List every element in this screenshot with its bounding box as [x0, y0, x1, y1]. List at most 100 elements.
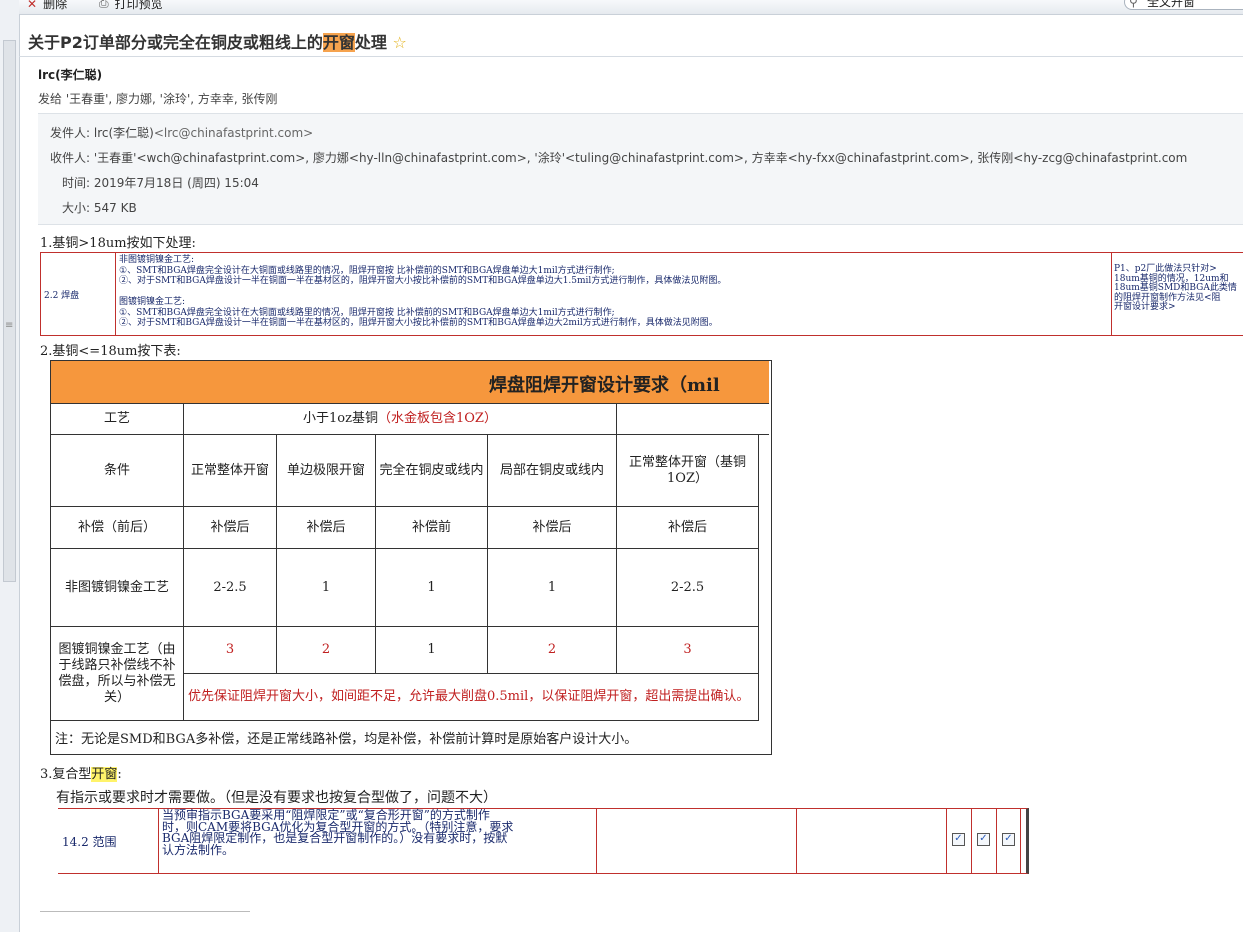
composite-text: 当预审指示BGA要采用“阻焊限定”或“复合形开窗”的方式制作 时，则CAM要将B…: [162, 809, 513, 857]
email-subject: 关于P2订单部分或完全在铜皮或粗线上的开窗处理 ☆: [28, 29, 407, 53]
from-label: 发件人:: [50, 126, 91, 140]
row2-value: 2: [277, 627, 376, 674]
row1-value: 1: [376, 549, 488, 627]
section3-prefix: 3.复合型: [40, 767, 92, 782]
pad-line: ②、对于SMT和BGA焊盘设计一半在铜面一半在基材区的，阻焊开窗大小按比补偿前的…: [119, 318, 718, 328]
left-panel-scrollbar[interactable]: ≡: [0, 0, 20, 932]
from-name[interactable]: lrc(李仁聪): [94, 126, 154, 140]
checkbox[interactable]: ✓: [1002, 833, 1015, 846]
search-input[interactable]: ⚲ 全文开窗: [1124, 0, 1243, 10]
subject-highlight: 开窗: [322, 33, 355, 52]
row2-value: 1: [376, 627, 488, 674]
condition-cell: 完全在铜皮或线内: [376, 435, 488, 507]
divider: [158, 809, 159, 873]
section3-description: 有指示或要求时才需要做。（但是没有要求也按复合型做了，问题不大）: [56, 790, 497, 806]
composite-label: 14.2 范围: [62, 835, 117, 849]
time-row: 时间: 2019年7月18日 (周四) 15:04: [62, 174, 259, 191]
row1-label: 非图镀铜镍金工艺: [51, 549, 184, 627]
condition-cell: 单边极限开窗: [277, 435, 376, 507]
condition-cell: 正常整体开窗（基铜1OZ）: [617, 435, 759, 507]
print-preview-button[interactable]: ⎙ 打印预览: [99, 0, 163, 12]
comp-cell: 补偿后: [184, 507, 277, 549]
pad-table-remark: P1、p2厂此做法只针对> 18um基铜的情况，12um和 18um基铜SMD和…: [1111, 253, 1243, 335]
to-value[interactable]: '王春重'<wch@chinafastprint.com>, 廖力娜<hy-ll…: [94, 151, 1187, 165]
row2-value: 2: [488, 627, 617, 674]
remark-line: 开窗设计要求>: [1114, 302, 1176, 312]
section3-suffix: :: [117, 767, 122, 782]
pad-line: 图镀铜镍金工艺:: [119, 297, 186, 307]
group-label-red: （水金板包含1OZ）: [377, 410, 497, 426]
row2-value: 3: [617, 627, 759, 674]
checkbox[interactable]: ✓: [977, 833, 990, 846]
checkbox[interactable]: ✓: [952, 833, 965, 846]
comp-cell: 补偿后: [277, 507, 376, 549]
size-row: 大小: 547 KB: [62, 199, 137, 216]
row2-value: 3: [184, 627, 277, 674]
row1-value: 2-2.5: [184, 549, 277, 627]
row1-value: 2-2.5: [617, 549, 759, 627]
group-label: 小于1oz基铜: [303, 410, 378, 426]
to-label: 收件人:: [50, 151, 91, 165]
divider: [596, 809, 597, 873]
pad-table: 2.2 焊盘 非图镀铜镍金工艺: ①、SMT和BGA焊盘完全设计在大铜面或线路里…: [40, 252, 1243, 336]
subject-bar: 关于P2订单部分或完全在铜皮或粗线上的开窗处理 ☆: [19, 22, 1243, 57]
pad-spacer: [119, 287, 1109, 298]
recipients-summary: 发给 '王春重', 廖力娜, '涂玲', 方幸幸, 张传刚: [38, 92, 278, 106]
header-process: 工艺: [51, 403, 184, 435]
splitter-grip-icon[interactable]: ≡: [5, 320, 13, 331]
size-label: 大小:: [62, 201, 91, 215]
header-group: 小于1oz基铜 （水金板包含1OZ）: [184, 403, 617, 435]
email-header-details: 发件人: lrc(李仁聪)<lrc@chinafastprint.com> 收件…: [38, 113, 1243, 225]
solder-mask-table: 焊盘阻焊开窗设计要求（mil 工艺 小于1oz基铜 （水金板包含1OZ） 条件 正…: [50, 360, 772, 755]
table-title-band: 焊盘阻焊开窗设计要求（mil: [51, 361, 769, 404]
pad-table-content: 非图镀铜镍金工艺: ①、SMT和BGA焊盘完全设计在大铜面或线路里的情况，阻焊开…: [119, 255, 1109, 329]
sender-name[interactable]: lrc(李仁聪): [38, 66, 102, 83]
section3-heading: 3.复合型开窗:: [40, 763, 122, 782]
divider: [796, 809, 797, 873]
row1-value: 1: [488, 549, 617, 627]
print-preview-label: 打印预览: [114, 0, 163, 11]
pad-line: ②、对于SMT和BGA焊盘设计一半在铜面一半在基材区的，阻焊开窗大小按比补偿前的…: [119, 276, 727, 286]
time-value: 2019年7月18日 (周四) 15:04: [93, 176, 259, 190]
table-title: 焊盘阻焊开窗设计要求（mil: [489, 375, 720, 396]
subject-suffix: 处理: [354, 33, 387, 52]
delete-icon: ✕: [27, 0, 38, 11]
pad-table-label: 2.2 焊盘: [41, 253, 116, 335]
delete-label: 删除: [43, 0, 68, 11]
composite-table: 14.2 范围 当预审指示BGA要采用“阻焊限定”或“复合形开窗”的方式制作 时…: [58, 808, 1029, 874]
condition-cell: 局部在铜皮或线内: [488, 435, 617, 507]
section3-highlight: 开窗: [91, 767, 118, 782]
subject-text: 关于P2订单部分或完全在铜皮或粗线上的: [28, 33, 323, 52]
pad-line: ①、SMT和BGA焊盘完全设计在大铜面或线路里的情况，阻焊开窗按 比补偿前的SM…: [119, 265, 615, 276]
divider: [971, 809, 972, 873]
row1-value: 1: [277, 549, 376, 627]
star-icon[interactable]: ☆: [392, 33, 406, 52]
from-address[interactable]: <lrc@chinafastprint.com>: [154, 126, 313, 140]
toolbar: ✕ 删除 ⎙ 打印预览 ⚲ 全文开窗: [19, 0, 1243, 15]
delete-button[interactable]: ✕ 删除: [27, 0, 67, 12]
header-empty: [617, 403, 769, 435]
pad-line: ①、SMT和BGA焊盘完全设计在大铜面或线路里的情况，阻焊开窗按 比补偿前的SM…: [119, 307, 615, 318]
comp-cell: 补偿后: [488, 507, 617, 549]
row2-label: 图镀铜镍金工艺（由于线路只补偿线不补偿盘，所以与补偿无关）: [51, 627, 184, 721]
time-label: 时间:: [62, 176, 91, 190]
condition-cell: 正常整体开窗: [184, 435, 277, 507]
header-condition: 条件: [51, 435, 184, 507]
header-compensation: 补偿（前后）: [51, 507, 184, 549]
search-value: 全文开窗: [1147, 0, 1196, 9]
pad-line: 非图镀铜镍金工艺:: [119, 255, 195, 265]
section1-heading: 1.基铜>18um按如下处理:: [40, 236, 196, 251]
search-icon: ⚲: [1129, 0, 1138, 9]
divider: [946, 809, 947, 873]
scrollbar-thumb[interactable]: [3, 40, 16, 582]
section2-heading: 2.基铜<=18um按下表:: [40, 344, 181, 359]
comp-cell: 补偿后: [617, 507, 759, 549]
size-value: 547 KB: [93, 201, 137, 215]
row2-note: 优先保证阻焊开窗大小，如间距不足，允许最大削盘0.5mil，以保证阻焊开窗，超出…: [184, 674, 759, 721]
composite-line: 认方法制作。: [162, 842, 235, 857]
from-row: 发件人: lrc(李仁聪)<lrc@chinafastprint.com>: [50, 124, 313, 141]
divider: [996, 809, 997, 873]
divider: [1020, 809, 1021, 873]
printer-icon: ⎙: [99, 0, 109, 10]
signature-divider: [40, 911, 250, 912]
